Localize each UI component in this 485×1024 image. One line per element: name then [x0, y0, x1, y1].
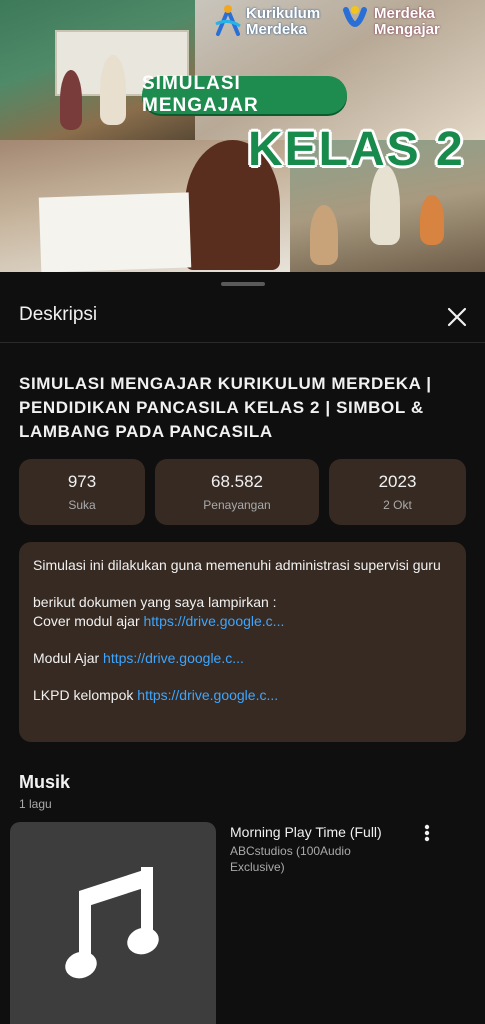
music-heading: Musik [19, 772, 71, 792]
stat-views-value: 68.582 [211, 472, 263, 491]
thumbnail-worksheet [38, 192, 192, 272]
video-stats: 973 Suka 68.582 Penayangan 2023 2 Okt [19, 459, 466, 525]
stat-views: 68.582 Penayangan [155, 459, 319, 525]
lkpd-link[interactable]: https://drive.google.c... [137, 687, 278, 703]
lkpd-label: LKPD kelompok [33, 687, 138, 703]
more-vert-icon [424, 824, 430, 842]
thumbnail-teacher-2 [370, 165, 400, 245]
description-line-modul: Modul Ajar https://drive.google.c... [33, 649, 452, 668]
stat-date-year: 2023 [378, 472, 417, 491]
kurikulum-merdeka-mark-icon [215, 4, 241, 36]
drag-handle[interactable] [221, 282, 265, 286]
thumbnail-kelas-text: KELAS 2 [248, 123, 465, 176]
description-line-cover: Cover modul ajar https://drive.google.c.… [33, 612, 452, 631]
video-title: SIMULASI MENGAJAR KURIKULUM MERDEKA | PE… [19, 374, 432, 441]
thumbnail-teacher [100, 55, 126, 125]
thumbnail-student [60, 70, 82, 130]
logo-right-line1: Merdeka [374, 5, 435, 22]
sheet-header: Deskripsi [0, 292, 485, 342]
merdeka-mengajar-mark-icon [343, 6, 367, 27]
modul-link[interactable]: https://drive.google.c... [103, 650, 244, 666]
song-cover[interactable] [10, 822, 216, 1024]
stat-likes-value: 973 [67, 472, 97, 491]
kurikulum-merdeka-logo: Kurikulum Merdeka [214, 4, 320, 40]
song-title[interactable]: Morning Play Time (Full) [230, 824, 382, 840]
description-line: berikut dokumen yang saya lampirkan : [33, 594, 277, 610]
logo-left-line2: Merdeka [246, 21, 307, 38]
header-divider [0, 342, 485, 343]
music-note-icon [65, 867, 159, 979]
thumbnail-badge: SIMULASI MENGAJAR [142, 73, 347, 116]
logo-left-line1: Kurikulum [246, 5, 321, 22]
music-count: 1 lagu [19, 797, 52, 811]
thumbnail-student-3 [420, 195, 444, 245]
stat-views-label: Penayangan [203, 498, 271, 512]
description-line-lkpd: LKPD kelompok https://drive.google.c... [33, 686, 452, 705]
stat-likes: 973 Suka [19, 459, 145, 525]
more-options-button[interactable] [416, 822, 438, 844]
modul-label: Modul Ajar [33, 650, 104, 666]
cover-label: Cover modul ajar [33, 613, 144, 629]
song-artist: ABCstudios (100Audio Exclusive) [230, 844, 351, 874]
sheet-title: Deskripsi [19, 304, 98, 325]
merdeka-mengajar-logo: Merdeka Mengajar [340, 4, 440, 40]
description-box[interactable]: Simulasi ini dilakukan guna memenuhi adm… [19, 542, 466, 742]
description-line: Simulasi ini dilakukan guna memenuhi adm… [33, 557, 441, 573]
description-sheet: Deskripsi SIMULASI MENGAJAR KURIKULUM ME… [0, 272, 485, 1024]
close-icon [447, 307, 467, 327]
stat-date-day: 2 Okt [383, 498, 412, 512]
close-button[interactable] [440, 300, 474, 334]
cover-link[interactable]: https://drive.google.c... [144, 613, 285, 629]
stat-likes-label: Suka [68, 498, 96, 512]
stat-date: 2023 2 Okt [329, 459, 466, 525]
thumbnail-student-2 [310, 205, 338, 265]
video-thumbnail[interactable]: SIMULASI MENGAJAR KELAS 2 Kurikulum Merd… [0, 0, 485, 272]
logo-right-line2: Mengajar [374, 21, 440, 38]
